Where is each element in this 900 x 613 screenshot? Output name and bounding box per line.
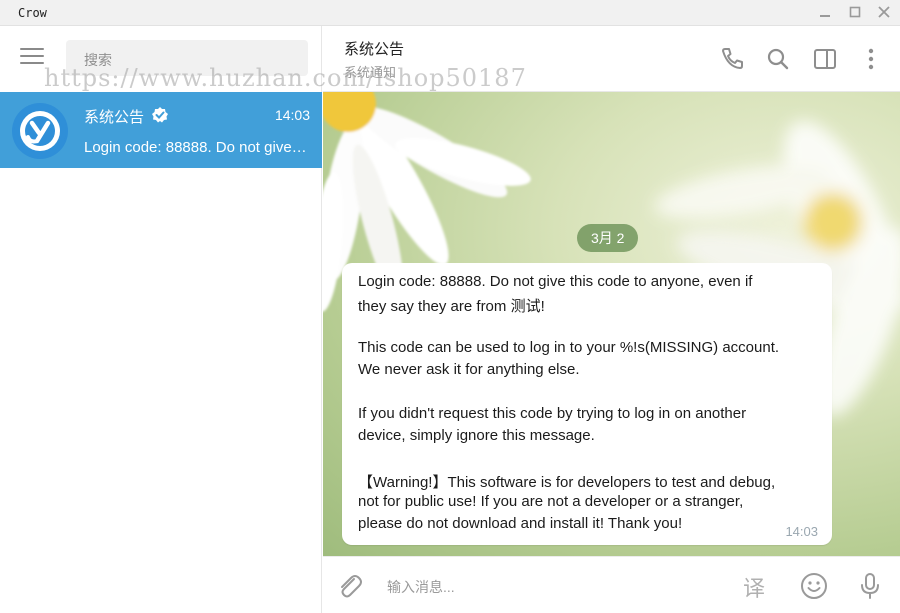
menu-button[interactable]: [20, 48, 46, 70]
attach-button[interactable]: [335, 571, 365, 601]
maximize-icon: [849, 6, 861, 18]
crow-logo-icon: [14, 105, 66, 157]
voice-button[interactable]: [855, 571, 885, 601]
side-panel-button[interactable]: [812, 46, 838, 72]
search-input[interactable]: 搜索: [66, 40, 308, 76]
chat-list-item[interactable]: 系统公告 14:03 Login code: 88888. Do not giv…: [0, 92, 322, 168]
message-line: 【Warning!】This software is for developer…: [358, 474, 776, 491]
search-icon: [767, 48, 789, 70]
more-button[interactable]: [858, 46, 884, 72]
message-line: Login code: 88888. Do not give this code…: [358, 273, 753, 290]
message-composer: 输入消息... 译: [323, 556, 900, 613]
search-placeholder: 搜索: [84, 52, 112, 68]
sidebar: 搜索 系统公告 14:03 Login code: 88888. Do not …: [0, 26, 322, 613]
verified-icon: [152, 107, 168, 123]
paperclip-icon: [341, 575, 362, 598]
app-title: Crow: [18, 6, 47, 20]
call-button[interactable]: [719, 46, 745, 72]
date-divider: 3月 2: [577, 224, 639, 252]
chat-area[interactable]: 3月 2 Login code: 88888. Do not give this…: [323, 92, 900, 556]
emoji-icon: [801, 573, 827, 599]
hamburger-icon: [20, 48, 46, 64]
message-line: device, simply ignore this message.: [358, 427, 595, 444]
chat-time: 14:03: [274, 107, 310, 123]
side-panel-icon: [814, 49, 836, 69]
microphone-icon: [861, 573, 879, 599]
message-line: This code can be used to log in to your …: [358, 339, 780, 356]
message-time: 14:03: [785, 524, 818, 539]
minimize-button[interactable]: [814, 3, 836, 23]
minimize-icon: [820, 15, 830, 17]
close-button[interactable]: [873, 3, 895, 23]
maximize-button[interactable]: [844, 3, 866, 23]
phone-icon: [722, 48, 743, 69]
message-line: If you didn't request this code by tryin…: [358, 405, 747, 422]
message-line: please do not download and install it! T…: [358, 515, 683, 532]
more-vertical-icon: [868, 48, 874, 70]
translate-button[interactable]: 译: [743, 571, 765, 603]
chat-preview: Login code: 88888. Do not give this code…: [84, 139, 310, 156]
chat-title: 系统公告: [344, 41, 405, 58]
chat-header: 系统公告 系统通知: [323, 26, 900, 92]
message-input[interactable]: 输入消息...: [387, 577, 455, 597]
message-line: not for public use! If you are not a dev…: [358, 493, 744, 510]
emoji-button[interactable]: [799, 571, 829, 601]
title-bar: Crow: [0, 0, 900, 26]
message-line: We never ask it for anything else.: [358, 361, 580, 378]
message-line: they say they are from 测试!: [358, 298, 545, 315]
avatar: [12, 103, 68, 159]
close-icon: [878, 6, 890, 18]
message-bubble[interactable]: Login code: 88888. Do not give this code…: [342, 263, 832, 545]
chat-name: 系统公告: [84, 109, 145, 126]
search-button[interactable]: [765, 46, 791, 72]
chat-subtitle: 系统通知: [344, 65, 397, 80]
